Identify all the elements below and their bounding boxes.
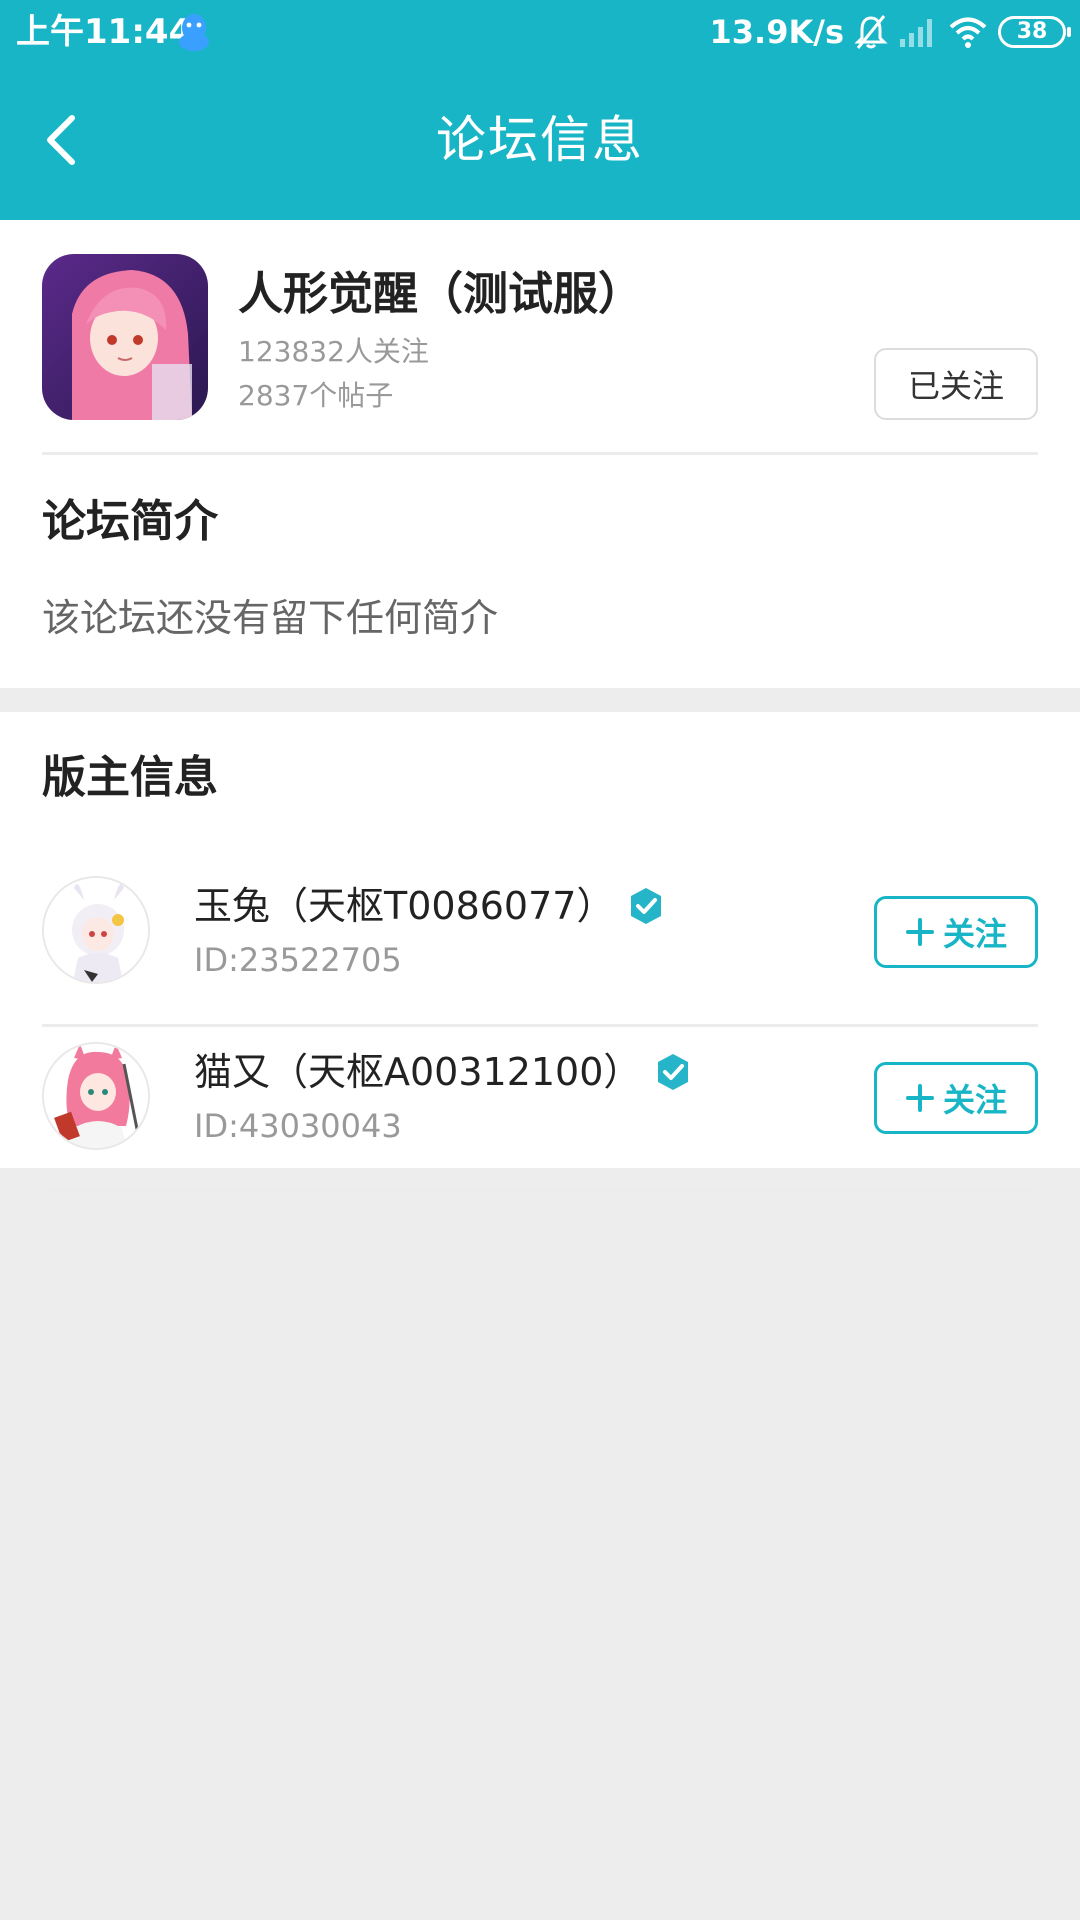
forum-followers-count: 123832人关注 <box>238 335 429 368</box>
moderator-id: ID:43030043 <box>194 1107 402 1145</box>
moderator-name-line: 猫又（天枢A00312100） <box>194 1046 693 1098</box>
forum-posts-count: 2837个帖子 <box>238 379 394 412</box>
divider <box>42 1024 1038 1027</box>
divider <box>42 1190 1038 1193</box>
battery-level: 38 <box>1016 19 1048 44</box>
avatar[interactable] <box>42 876 150 984</box>
verified-badge-icon <box>658 1054 689 1090</box>
moderator-id: ID:23522705 <box>194 941 402 979</box>
forum-name: 人形觉醒（测试服） <box>238 267 644 320</box>
battery-icon: 38 <box>998 16 1071 48</box>
followed-button[interactable]: 已关注 <box>874 348 1038 420</box>
intro-heading: 论坛简介 <box>42 496 218 547</box>
status-right-group: 13.9K/s 38 <box>709 10 1071 54</box>
moderator-name: 猫又（天枢A00312100） <box>194 1050 642 1094</box>
forum-icon[interactable] <box>42 254 208 420</box>
moderators-card: 版主信息 玉兔（天枢T0086077） ID:23522705 关注 猫又（天枢… <box>0 712 1080 1193</box>
intro-text: 该论坛还没有留下任何简介 <box>42 596 499 640</box>
mute-bell-icon <box>854 14 888 50</box>
follow-button[interactable]: 关注 <box>874 896 1038 968</box>
qq-penguin-icon <box>176 12 212 52</box>
follow-label: 关注 <box>942 1081 1007 1119</box>
moderator-row[interactable]: 猫又（天枢A00312100） ID:43030043 关注 <box>0 1028 1080 1193</box>
page-title: 论坛信息 <box>436 111 644 169</box>
avatar[interactable] <box>42 1042 150 1150</box>
plus-icon <box>905 918 934 946</box>
top-bar: 上午11:44 13.9K/s 38 论坛信息 <box>0 0 1080 220</box>
moderator-name: 玉兔（天枢T0086077） <box>194 884 615 928</box>
status-time: 上午11:44 <box>16 12 193 52</box>
verified-badge-icon <box>631 888 662 924</box>
moderators-heading: 版主信息 <box>42 752 218 803</box>
wifi-icon <box>948 15 988 49</box>
plus-icon <box>905 1084 934 1112</box>
signal-icon <box>898 15 938 49</box>
follow-button[interactable]: 关注 <box>874 1062 1038 1134</box>
network-speed: 13.9K/s <box>709 13 844 51</box>
forum-info-card: 人形觉醒（测试服） 123832人关注 2837个帖子 已关注 论坛简介 该论坛… <box>0 220 1080 688</box>
title-bar: 论坛信息 <box>0 80 1080 200</box>
divider <box>42 452 1038 455</box>
moderator-name-line: 玉兔（天枢T0086077） <box>194 880 666 932</box>
status-bar: 上午11:44 13.9K/s 38 <box>0 0 1080 64</box>
follow-label: 关注 <box>942 915 1007 953</box>
moderator-row[interactable]: 玉兔（天枢T0086077） ID:23522705 关注 <box>0 862 1080 1027</box>
